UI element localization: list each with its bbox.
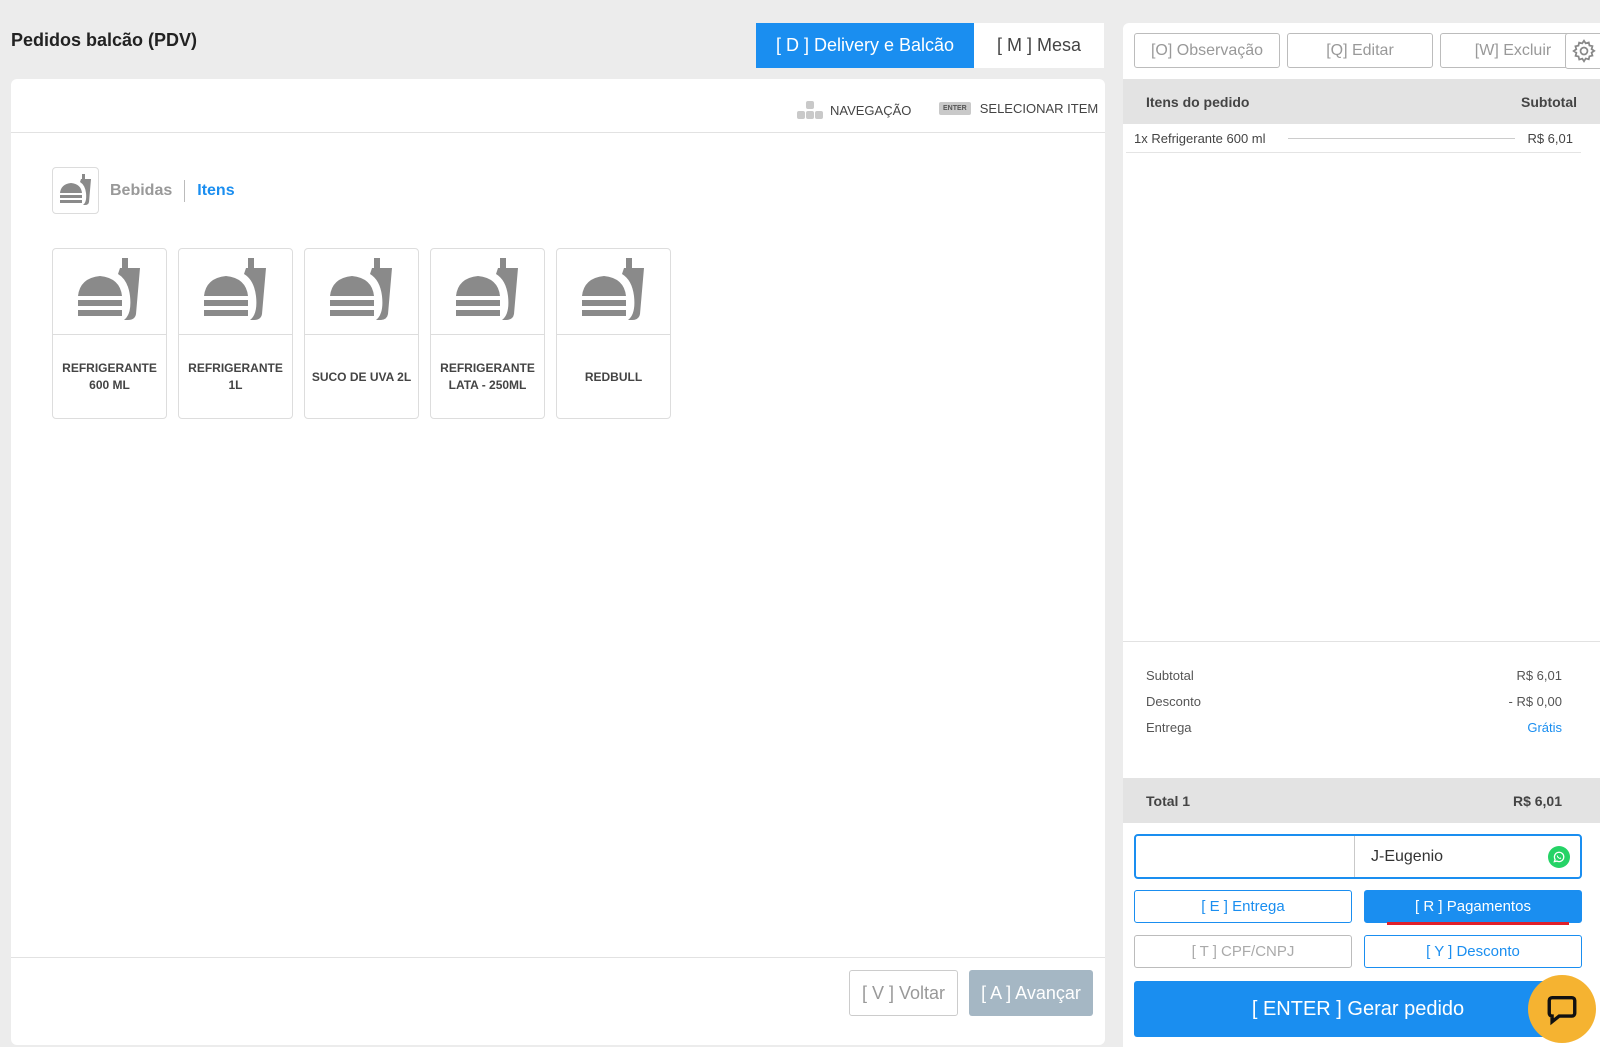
navigation-hint-label: NAVEGAÇÃO <box>830 102 912 118</box>
breadcrumb-separator <box>184 179 186 202</box>
total-value: R$ 6,01 <box>1512 792 1562 809</box>
edit-button[interactable]: [Q] Editar <box>1287 33 1433 68</box>
cpf-cnpj-button[interactable]: [ T ] CPF/CNPJ <box>1134 935 1352 968</box>
product-grid: REFRIGERANTE 600 ML REFRIGERANTE 1L SUCO… <box>52 248 671 419</box>
summary-subtotal: Subtotal R$ 6,01 <box>1146 662 1562 688</box>
generate-order-button[interactable]: [ ENTER ] Gerar pedido <box>1134 981 1582 1037</box>
customer-name-field[interactable]: J-Eugenio <box>1355 836 1580 877</box>
subtotal-value: R$ 6,01 <box>1516 667 1562 683</box>
product-name: REFRIGERANTE LATA - 250ML <box>440 361 535 392</box>
order-item-row[interactable]: 1x Refrigerante 600 ml R$ 6,01 <box>1126 125 1581 153</box>
order-item-price: R$ 6,01 <box>1527 131 1573 146</box>
enter-key-icon: ENTER <box>939 102 971 115</box>
order-item-leader <box>1287 138 1516 139</box>
delivery-value: Grátis <box>1527 719 1562 735</box>
product-name: SUCO DE UVA 2L <box>311 369 412 384</box>
order-items-header: Itens do pedido Subtotal <box>1123 79 1600 124</box>
items-header-label: Itens do pedido <box>1146 93 1250 110</box>
discount-label: Desconto <box>1146 693 1201 709</box>
chat-icon[interactable] <box>1528 975 1596 1043</box>
back-button[interactable]: [ V ] Voltar <box>849 970 958 1016</box>
breadcrumb-current: Itens <box>197 181 235 199</box>
next-button[interactable]: [ A ] Avançar <box>969 970 1093 1016</box>
observation-button[interactable]: [O] Observação <box>1134 33 1280 68</box>
mode-tabs: [ D ] Delivery e Balcão [ M ] Mesa <box>756 23 1104 68</box>
product-card[interactable]: SUCO DE UVA 2L <box>304 248 419 419</box>
catalog-footer: [ V ] Voltar [ A ] Avançar <box>11 957 1105 1045</box>
page-title: Pedidos balcão (PDV) <box>11 30 198 50</box>
gear-icon[interactable] <box>1565 33 1600 69</box>
product-card[interactable]: REFRIGERANTE LATA - 250ML <box>430 248 545 419</box>
order-panel: [O] Observação [Q] Editar [W] Excluir It… <box>1123 23 1600 1047</box>
food-drink-icon <box>53 249 166 335</box>
order-item-desc: 1x Refrigerante 600 ml <box>1134 131 1266 146</box>
tab-mesa[interactable]: [ M ] Mesa <box>974 23 1104 68</box>
discount-value: - R$ 0,00 <box>1508 693 1562 709</box>
total-label: Total 1 <box>1146 792 1191 809</box>
breadcrumb-category[interactable]: Bebidas <box>110 182 172 200</box>
summary-discount: Desconto - R$ 0,00 <box>1146 688 1562 714</box>
customer-field[interactable]: J-Eugenio <box>1134 834 1582 879</box>
payments-button[interactable]: [ R ] Pagamentos <box>1364 890 1582 925</box>
order-total-bar: Total 1 R$ 6,01 <box>1123 778 1600 823</box>
breadcrumb: Bebidas Itens <box>52 167 235 214</box>
food-drink-icon <box>305 249 418 335</box>
customer-name: J-Eugenio <box>1371 847 1444 865</box>
subtotal-label: Subtotal <box>1146 667 1194 683</box>
subtotal-header-label: Subtotal <box>1521 93 1577 110</box>
delivery-button[interactable]: [ E ] Entrega <box>1134 890 1352 923</box>
food-drink-icon <box>557 249 670 335</box>
order-options: [ E ] Entrega [ R ] Pagamentos [ T ] CPF… <box>1134 890 1582 968</box>
product-card[interactable]: REFRIGERANTE 600 ML <box>52 248 167 419</box>
food-drink-icon <box>179 249 292 335</box>
order-summary: Subtotal R$ 6,01 Desconto - R$ 0,00 Entr… <box>1123 641 1600 740</box>
product-card[interactable]: REDBULL <box>556 248 671 419</box>
product-name: REFRIGERANTE 600 ML <box>62 361 157 392</box>
navigation-hint: NAVEGAÇÃO <box>797 101 911 119</box>
food-drink-icon[interactable] <box>52 167 99 214</box>
arrow-keys-icon <box>797 101 823 119</box>
product-name: REDBULL <box>584 369 643 384</box>
delivery-label: Entrega <box>1146 719 1192 735</box>
payments-button-label: [ R ] Pagamentos <box>1415 898 1531 915</box>
product-card[interactable]: REFRIGERANTE 1L <box>178 248 293 419</box>
summary-delivery: Entrega Grátis <box>1146 714 1562 740</box>
whatsapp-icon[interactable] <box>1548 845 1570 868</box>
customer-phone-field[interactable] <box>1136 836 1355 877</box>
payments-underline <box>1387 922 1569 925</box>
select-item-hint-label: SELECIONAR ITEM <box>979 101 1099 116</box>
keyboard-hints-bar: NAVEGAÇÃO ENTER SELECIONAR ITEM <box>11 79 1105 133</box>
select-item-hint: ENTER SELECIONAR ITEM <box>939 101 1098 116</box>
tab-delivery-balcao[interactable]: [ D ] Delivery e Balcão <box>756 23 974 68</box>
food-drink-icon <box>431 249 544 335</box>
product-name: REFRIGERANTE 1L <box>188 361 283 392</box>
order-actions: [O] Observação [Q] Editar [W] Excluir <box>1134 33 1586 68</box>
discount-button[interactable]: [ Y ] Desconto <box>1364 935 1582 968</box>
catalog-panel: NAVEGAÇÃO ENTER SELECIONAR ITEM Bebidas … <box>11 79 1105 1045</box>
